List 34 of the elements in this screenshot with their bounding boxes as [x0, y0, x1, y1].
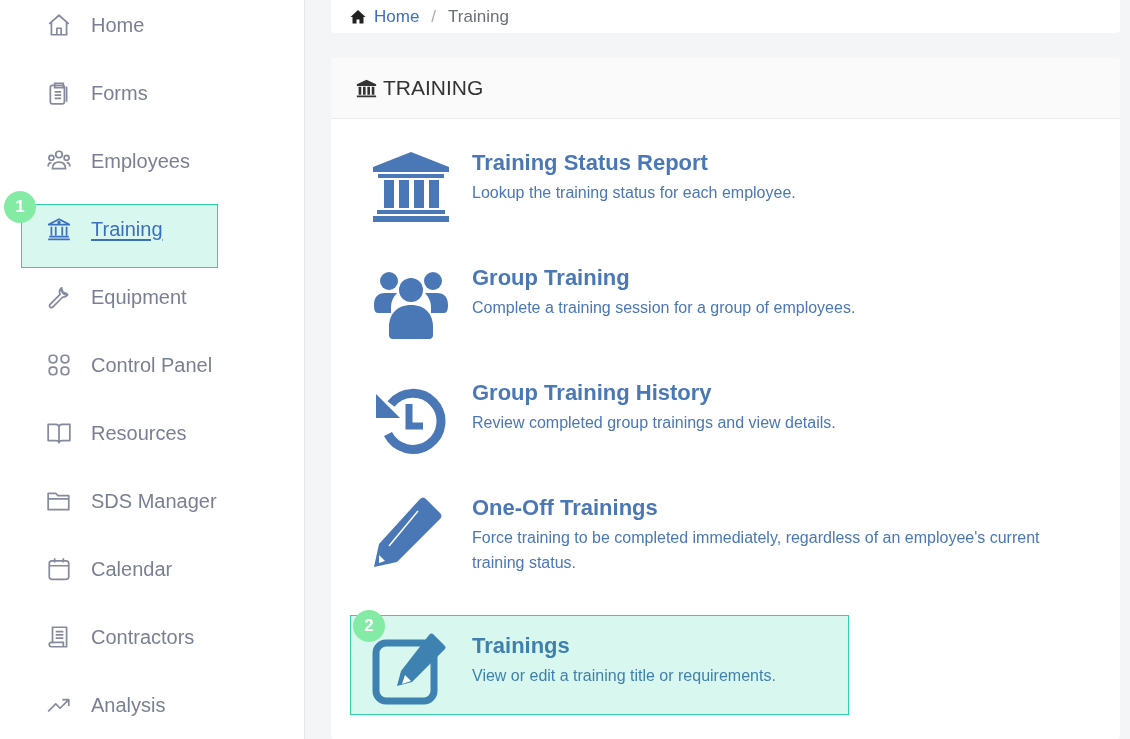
sidebar-item[interactable]: Analysis	[91, 693, 166, 717]
menu-description: Review completed group trainings and view details.	[472, 413, 836, 433]
sidebar-item[interactable]: Calendar	[91, 557, 173, 581]
sidebar-item[interactable]: Equipment	[91, 285, 187, 309]
panel-title: TRAINING	[383, 76, 484, 100]
home-icon	[46, 12, 72, 38]
sidebar-item[interactable]: Contractors	[91, 625, 195, 649]
sidebar-item[interactable]: Control Panel	[91, 353, 213, 377]
step-badge: 2	[353, 610, 385, 642]
sidebar-item[interactable]: Resources	[91, 421, 187, 445]
bank-icon	[356, 77, 377, 99]
calendar-icon	[46, 556, 72, 582]
menu-link[interactable]: Training Status Report	[472, 150, 796, 176]
bank-icon	[46, 216, 72, 242]
sidebar-item[interactable]: Employees	[91, 149, 190, 173]
grid-icon	[46, 352, 72, 378]
sidebar-item[interactable]: SDS Manager	[91, 489, 217, 513]
step-badge: 1	[4, 191, 36, 223]
breadcrumb-current: Training	[448, 6, 509, 27]
menu-description: Lookup the training status for each employee.	[472, 183, 796, 203]
menu-link[interactable]: Group Training History	[472, 380, 836, 406]
breadcrumb-link[interactable]: Home	[374, 6, 420, 27]
sidebar-item[interactable]: Training	[91, 217, 163, 241]
menu-description: Complete a training session for a group of employees.	[472, 298, 856, 318]
menu-description: Force training to be completed immediately, regardless of an employee's current training status.	[472, 528, 1041, 573]
home-icon	[350, 9, 366, 24]
sidebar-item[interactable]: Home	[91, 13, 145, 37]
menu-link[interactable]: Group Training	[472, 265, 856, 291]
book-icon	[46, 420, 72, 446]
menu-link[interactable]: Trainings	[472, 633, 776, 659]
menu-link[interactable]: One-Off Trainings	[472, 495, 1084, 521]
breadcrumb-separator: /	[431, 6, 437, 27]
menu-description: View or edit a training title or requirements.	[472, 666, 776, 686]
sidebar-item[interactable]: Forms	[91, 81, 148, 105]
